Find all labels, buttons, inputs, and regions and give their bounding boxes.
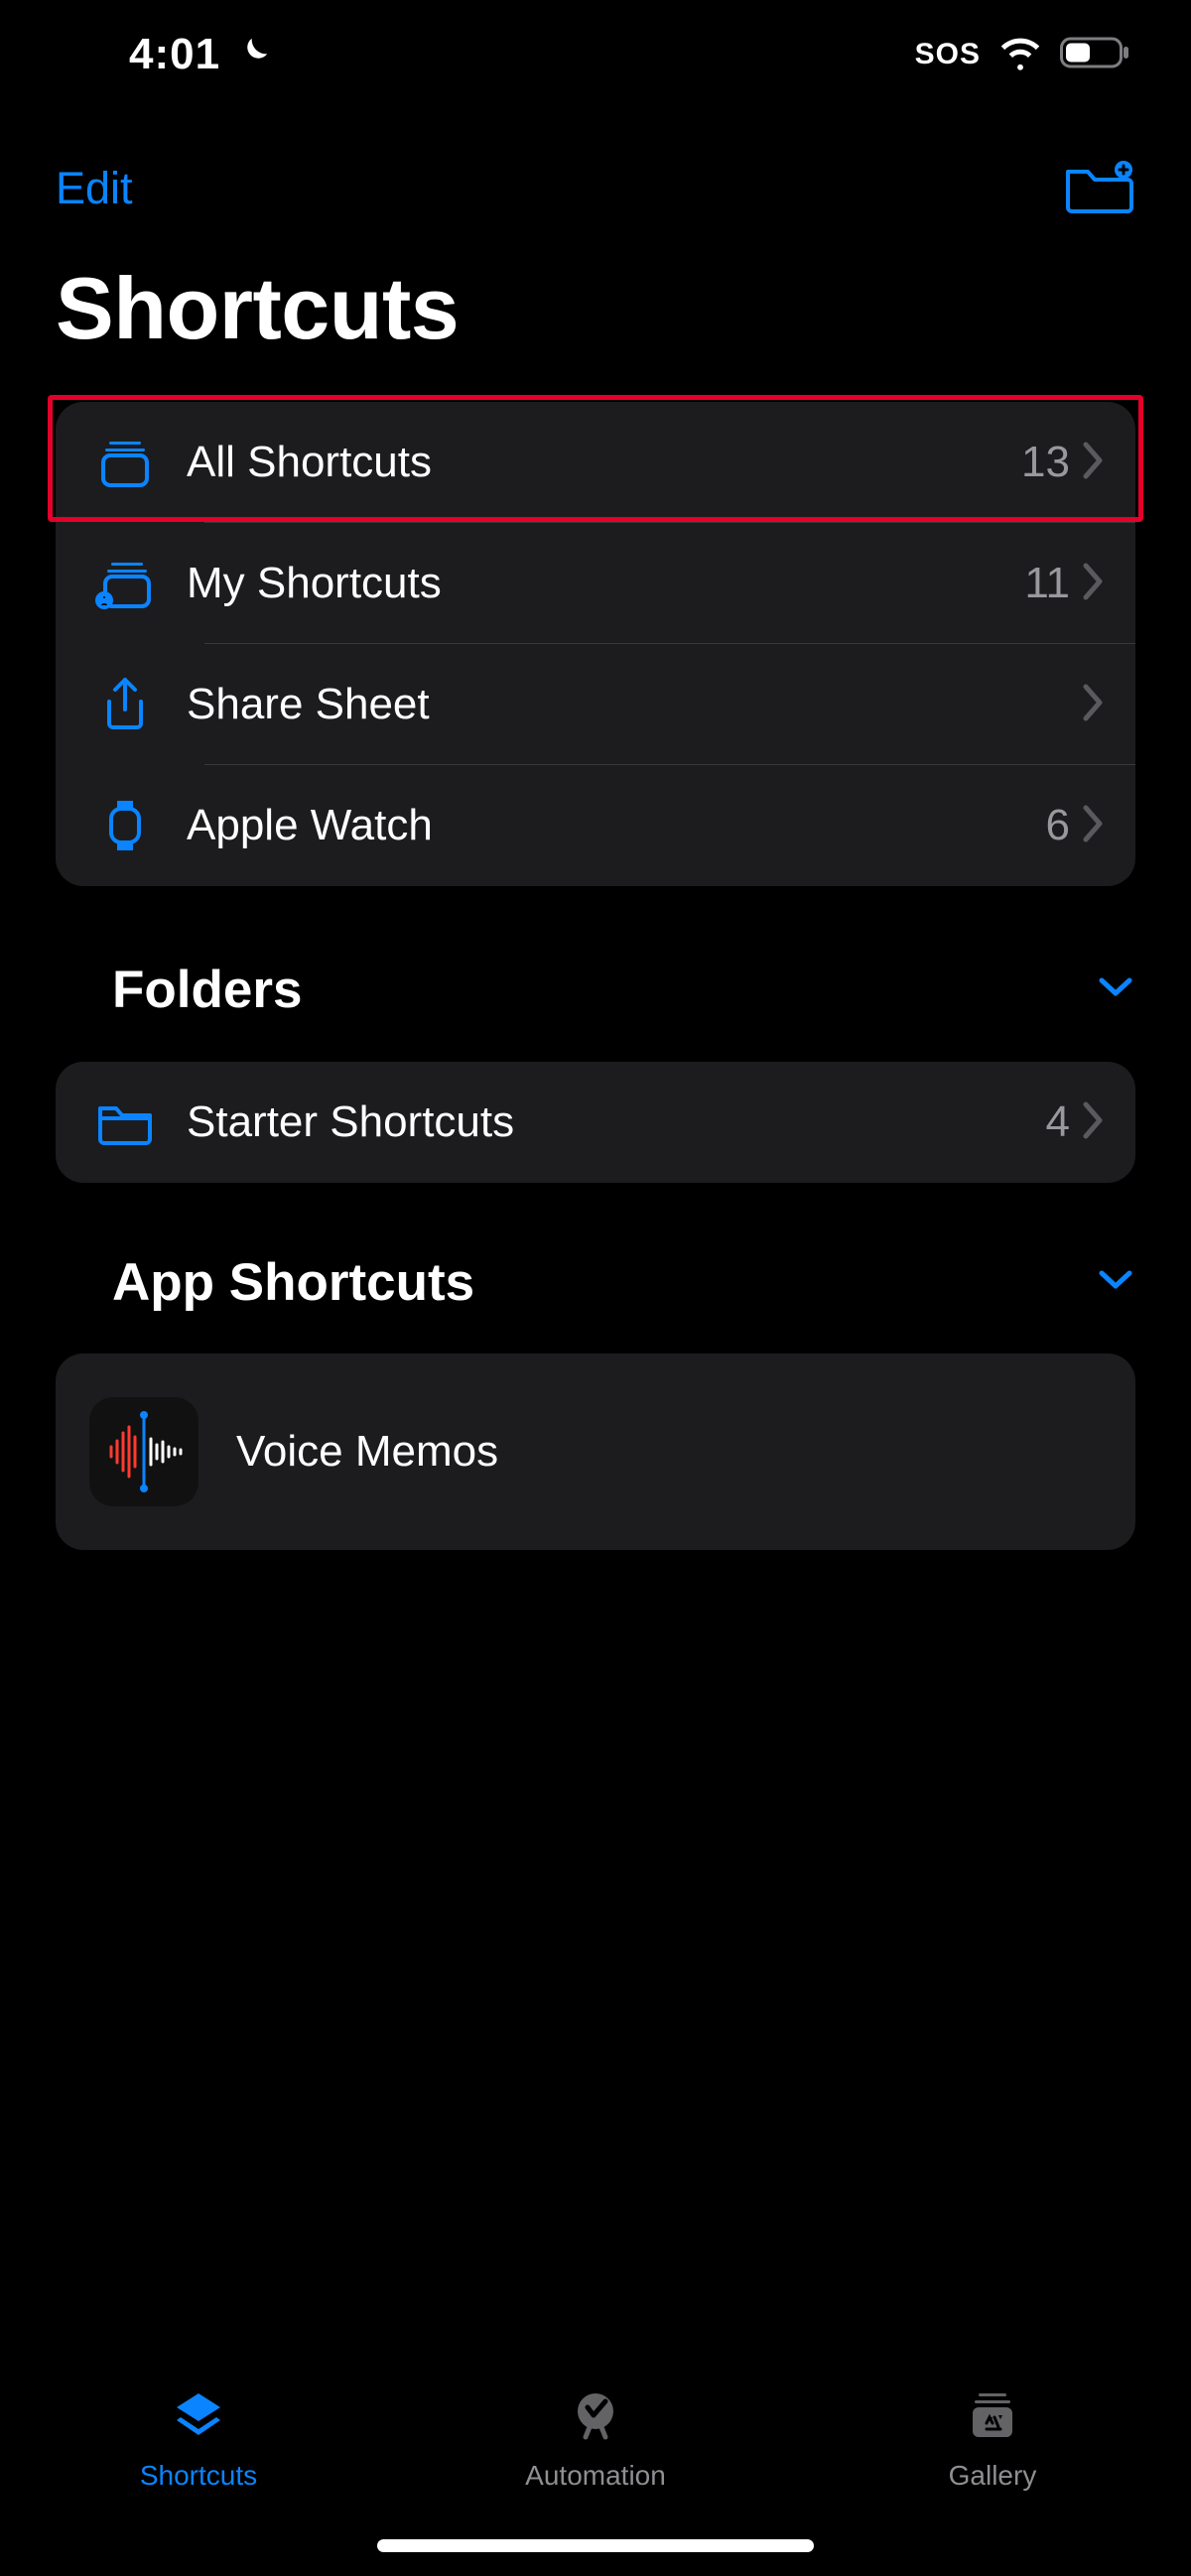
app-shortcuts-section-header[interactable]: App Shortcuts <box>112 1252 1135 1313</box>
tab-label: Shortcuts <box>140 2460 257 2492</box>
row-label: Share Sheet <box>161 680 1070 729</box>
row-count: 6 <box>1046 801 1070 850</box>
voice-memos-app-icon <box>89 1397 198 1506</box>
chevron-right-icon <box>1080 804 1106 848</box>
row-label: Starter Shortcuts <box>161 1097 1046 1147</box>
row-count: 11 <box>1024 559 1070 608</box>
home-indicator[interactable] <box>377 2539 814 2552</box>
shortcuts-tab-icon <box>171 2387 226 2448</box>
row-share-sheet[interactable]: Share Sheet <box>56 644 1135 765</box>
section-title: App Shortcuts <box>112 1252 474 1313</box>
chevron-down-icon <box>1096 974 1135 1005</box>
tab-shortcuts[interactable]: Shortcuts <box>2 2387 395 2492</box>
battery-icon <box>1060 35 1131 75</box>
folder-icon <box>89 1098 161 1146</box>
chevron-down-icon <box>1096 1267 1135 1298</box>
gallery-tab-icon <box>965 2387 1020 2448</box>
status-right: SOS <box>915 31 1131 79</box>
chevron-right-icon <box>1080 1100 1106 1145</box>
row-starter-shortcuts[interactable]: Starter Shortcuts 4 <box>56 1062 1135 1183</box>
wifi-icon <box>998 31 1042 79</box>
shortcut-sources-card: All Shortcuts 13 My Shortcuts 11 <box>56 402 1135 886</box>
row-label: All Shortcuts <box>161 438 1021 487</box>
share-icon <box>89 676 161 733</box>
row-apple-watch[interactable]: Apple Watch 6 <box>56 765 1135 886</box>
all-shortcuts-icon <box>89 436 161 489</box>
tab-automation[interactable]: Automation <box>399 2387 792 2492</box>
status-time: 4:01 <box>129 30 220 79</box>
status-bar: 4:01 SOS <box>0 0 1191 109</box>
sos-indicator: SOS <box>915 38 981 71</box>
row-count: 13 <box>1021 438 1070 487</box>
edit-button[interactable]: Edit <box>56 163 133 214</box>
tab-label: Gallery <box>949 2460 1037 2492</box>
folders-section-header[interactable]: Folders <box>112 960 1135 1020</box>
row-label: Apple Watch <box>161 801 1046 850</box>
chevron-right-icon <box>1080 441 1106 485</box>
row-count: 4 <box>1046 1097 1070 1147</box>
app-shortcuts-card[interactable]: Voice Memos <box>56 1353 1135 1550</box>
tab-gallery[interactable]: Gallery <box>796 2387 1189 2492</box>
automation-tab-icon <box>568 2387 623 2448</box>
folders-card: Starter Shortcuts 4 <box>56 1062 1135 1183</box>
tab-label: Automation <box>525 2460 666 2492</box>
chevron-right-icon <box>1080 683 1106 727</box>
section-title: Folders <box>112 960 302 1020</box>
nav-bar: Edit <box>0 149 1191 228</box>
row-all-shortcuts[interactable]: All Shortcuts 13 <box>56 402 1135 523</box>
chevron-right-icon <box>1080 562 1106 606</box>
row-my-shortcuts[interactable]: My Shortcuts 11 <box>56 523 1135 644</box>
row-label: My Shortcuts <box>161 559 1024 608</box>
app-label: Voice Memos <box>198 1427 498 1477</box>
status-left: 4:01 <box>129 30 272 79</box>
moon-icon <box>234 34 272 76</box>
new-folder-icon[interactable] <box>1064 158 1135 220</box>
page-title: Shortcuts <box>56 258 459 359</box>
watch-icon <box>89 797 161 854</box>
my-shortcuts-icon <box>89 557 161 610</box>
